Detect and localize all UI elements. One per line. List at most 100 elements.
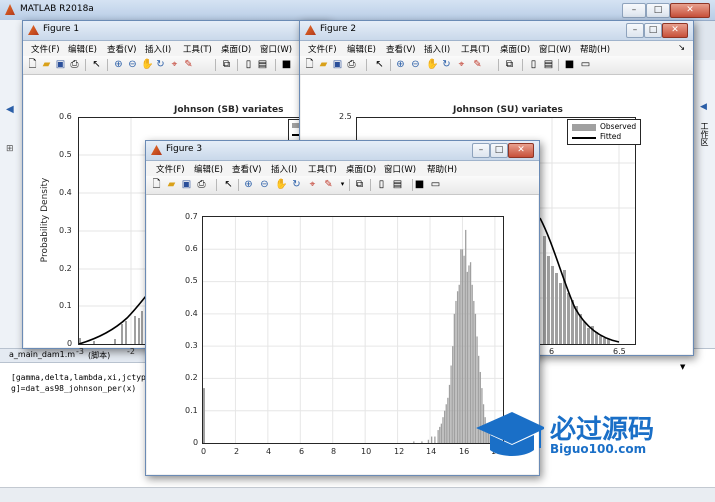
zoom-out-icon[interactable]: ⊖ [127, 59, 138, 70]
figure-2-maximize-button[interactable]: □ [644, 23, 662, 38]
figure-2-minimize-button[interactable]: – [626, 23, 644, 38]
figure-3-minimize-button[interactable]: – [472, 143, 490, 158]
figure-2-legend[interactable]: Observed Fitted [567, 119, 641, 145]
rotate-icon[interactable]: ↻ [291, 179, 302, 190]
menu-tools[interactable]: 工具(T) [183, 43, 212, 55]
link-plot-icon[interactable]: ⧉ [504, 59, 515, 70]
menu-window[interactable]: 窗口(W) [384, 163, 416, 175]
zoom-out-icon[interactable]: ⊖ [259, 179, 270, 190]
menu-file[interactable]: 文件(F) [308, 43, 337, 55]
rotate-icon[interactable]: ↻ [155, 59, 166, 70]
show-plot-tools-icon[interactable]: ▭ [580, 59, 591, 70]
legend-icon[interactable]: ▤ [257, 59, 268, 70]
menu-desktop[interactable]: 桌面(D) [221, 43, 251, 55]
zoom-in-icon[interactable]: ⊕ [113, 59, 124, 70]
new-figure-icon[interactable]: 🗋 [27, 59, 38, 70]
link-plot-icon[interactable]: ⧉ [354, 179, 365, 190]
legend-label-fitted: Fitted [600, 132, 622, 141]
figure-1-title: Figure 1 [43, 24, 80, 34]
figure-3-close-button[interactable]: ✕ [508, 143, 534, 158]
legend-icon[interactable]: ▤ [543, 59, 554, 70]
matlab-logo-icon [5, 4, 15, 15]
new-figure-icon[interactable]: 🗋 [304, 59, 315, 70]
colorbar-icon[interactable]: ▯ [528, 59, 539, 70]
print-icon[interactable]: ⎙ [196, 179, 207, 190]
data-cursor-icon[interactable]: ⌖ [169, 59, 180, 70]
hide-plot-tools-icon[interactable]: ■ [414, 179, 425, 190]
menu-desktop[interactable]: 桌面(D) [346, 163, 376, 175]
main-close-button[interactable]: ✕ [670, 3, 710, 18]
pointer-icon[interactable]: ↖ [374, 59, 385, 70]
open-file-icon[interactable]: ▰ [318, 59, 329, 70]
tree-expand-icon[interactable]: ⊞ [6, 144, 14, 154]
nav-back-icon[interactable]: ◀ [6, 104, 14, 115]
brush-dropdown-icon[interactable]: ▾ [337, 179, 348, 190]
menu-edit[interactable]: 编辑(E) [68, 43, 97, 55]
menu-insert[interactable]: 插入(I) [145, 43, 171, 55]
pan-icon[interactable]: ✋ [275, 179, 287, 190]
toolbar-divider [558, 59, 559, 71]
menu-file[interactable]: 文件(F) [31, 43, 60, 55]
legend-swatch-observed [572, 124, 596, 131]
menu-insert[interactable]: 插入(I) [271, 163, 297, 175]
zoom-in-icon[interactable]: ⊕ [395, 59, 406, 70]
open-file-icon[interactable]: ▰ [41, 59, 52, 70]
save-icon[interactable]: ▣ [55, 59, 66, 70]
save-icon[interactable]: ▣ [332, 59, 343, 70]
main-minimize-button[interactable]: – [622, 3, 646, 18]
menu-view[interactable]: 查看(V) [232, 163, 261, 175]
legend-icon[interactable]: ▤ [392, 179, 403, 190]
editor-scroll-down-button[interactable]: ▼ [680, 363, 690, 373]
zoom-in-icon[interactable]: ⊕ [243, 179, 254, 190]
hide-plot-tools-icon[interactable]: ■ [564, 59, 575, 70]
menu-insert[interactable]: 插入(I) [424, 43, 450, 55]
workspace-tab-label[interactable]: 工作区 [699, 122, 710, 146]
zoom-out-icon[interactable]: ⊖ [410, 59, 421, 70]
workspace-collapse-icon[interactable]: ◀ [700, 102, 707, 112]
menu-tools[interactable]: 工具(T) [461, 43, 490, 55]
save-icon[interactable]: ▣ [181, 179, 192, 190]
toolbar-divider [215, 59, 216, 71]
colorbar-icon[interactable]: ▯ [243, 59, 254, 70]
menu-edit[interactable]: 编辑(E) [194, 163, 223, 175]
editor-tab[interactable]: a_main_dam1.m (脚本) [0, 349, 145, 363]
pointer-icon[interactable]: ↖ [91, 59, 102, 70]
brush-icon[interactable]: ✎ [323, 179, 334, 190]
data-cursor-icon[interactable]: ⌖ [307, 179, 318, 190]
print-icon[interactable]: ⎙ [69, 59, 80, 70]
menu-desktop[interactable]: 桌面(D) [500, 43, 530, 55]
new-figure-icon[interactable]: 🗋 [151, 179, 162, 190]
rotate-icon[interactable]: ↻ [441, 59, 452, 70]
colorbar-icon[interactable]: ▯ [376, 179, 387, 190]
figure-2-close-button[interactable]: ✕ [662, 23, 688, 38]
link-plot-icon[interactable]: ⧉ [221, 59, 232, 70]
figure-2-axes-title: Johnson (SU) variates [453, 105, 563, 115]
menu-help[interactable]: 帮助(H) [580, 43, 610, 55]
menu-help[interactable]: 帮助(H) [427, 163, 457, 175]
hide-plot-tools-icon[interactable]: ■ [281, 59, 292, 70]
figure-3-maximize-button[interactable]: □ [490, 143, 508, 158]
figure-1-titlebar[interactable]: Figure 1 [23, 21, 328, 41]
data-cursor-icon[interactable]: ⌖ [456, 59, 467, 70]
menu-view[interactable]: 查看(V) [386, 43, 415, 55]
show-plot-tools-icon[interactable]: ▭ [430, 179, 441, 190]
menu-view[interactable]: 查看(V) [107, 43, 136, 55]
pointer-icon[interactable]: ↖ [223, 179, 234, 190]
histogram-bar [450, 365, 452, 443]
histogram-bar [468, 265, 470, 443]
histogram-bar [455, 300, 457, 443]
open-file-icon[interactable]: ▰ [166, 179, 177, 190]
menu-dock-arrow-icon[interactable]: ↘ [678, 43, 685, 53]
main-titlebar: MATLAB R2018a – □ ✕ [0, 0, 715, 21]
menu-window[interactable]: 窗口(W) [539, 43, 571, 55]
menu-window[interactable]: 窗口(W) [260, 43, 292, 55]
menu-file[interactable]: 文件(F) [156, 163, 185, 175]
main-maximize-button[interactable]: □ [646, 3, 670, 18]
pan-icon[interactable]: ✋ [141, 59, 153, 70]
menu-tools[interactable]: 工具(T) [308, 163, 337, 175]
pan-icon[interactable]: ✋ [426, 59, 438, 70]
brush-icon[interactable]: ✎ [183, 59, 194, 70]
print-icon[interactable]: ⎙ [346, 59, 357, 70]
menu-edit[interactable]: 编辑(E) [347, 43, 376, 55]
brush-icon[interactable]: ✎ [472, 59, 483, 70]
